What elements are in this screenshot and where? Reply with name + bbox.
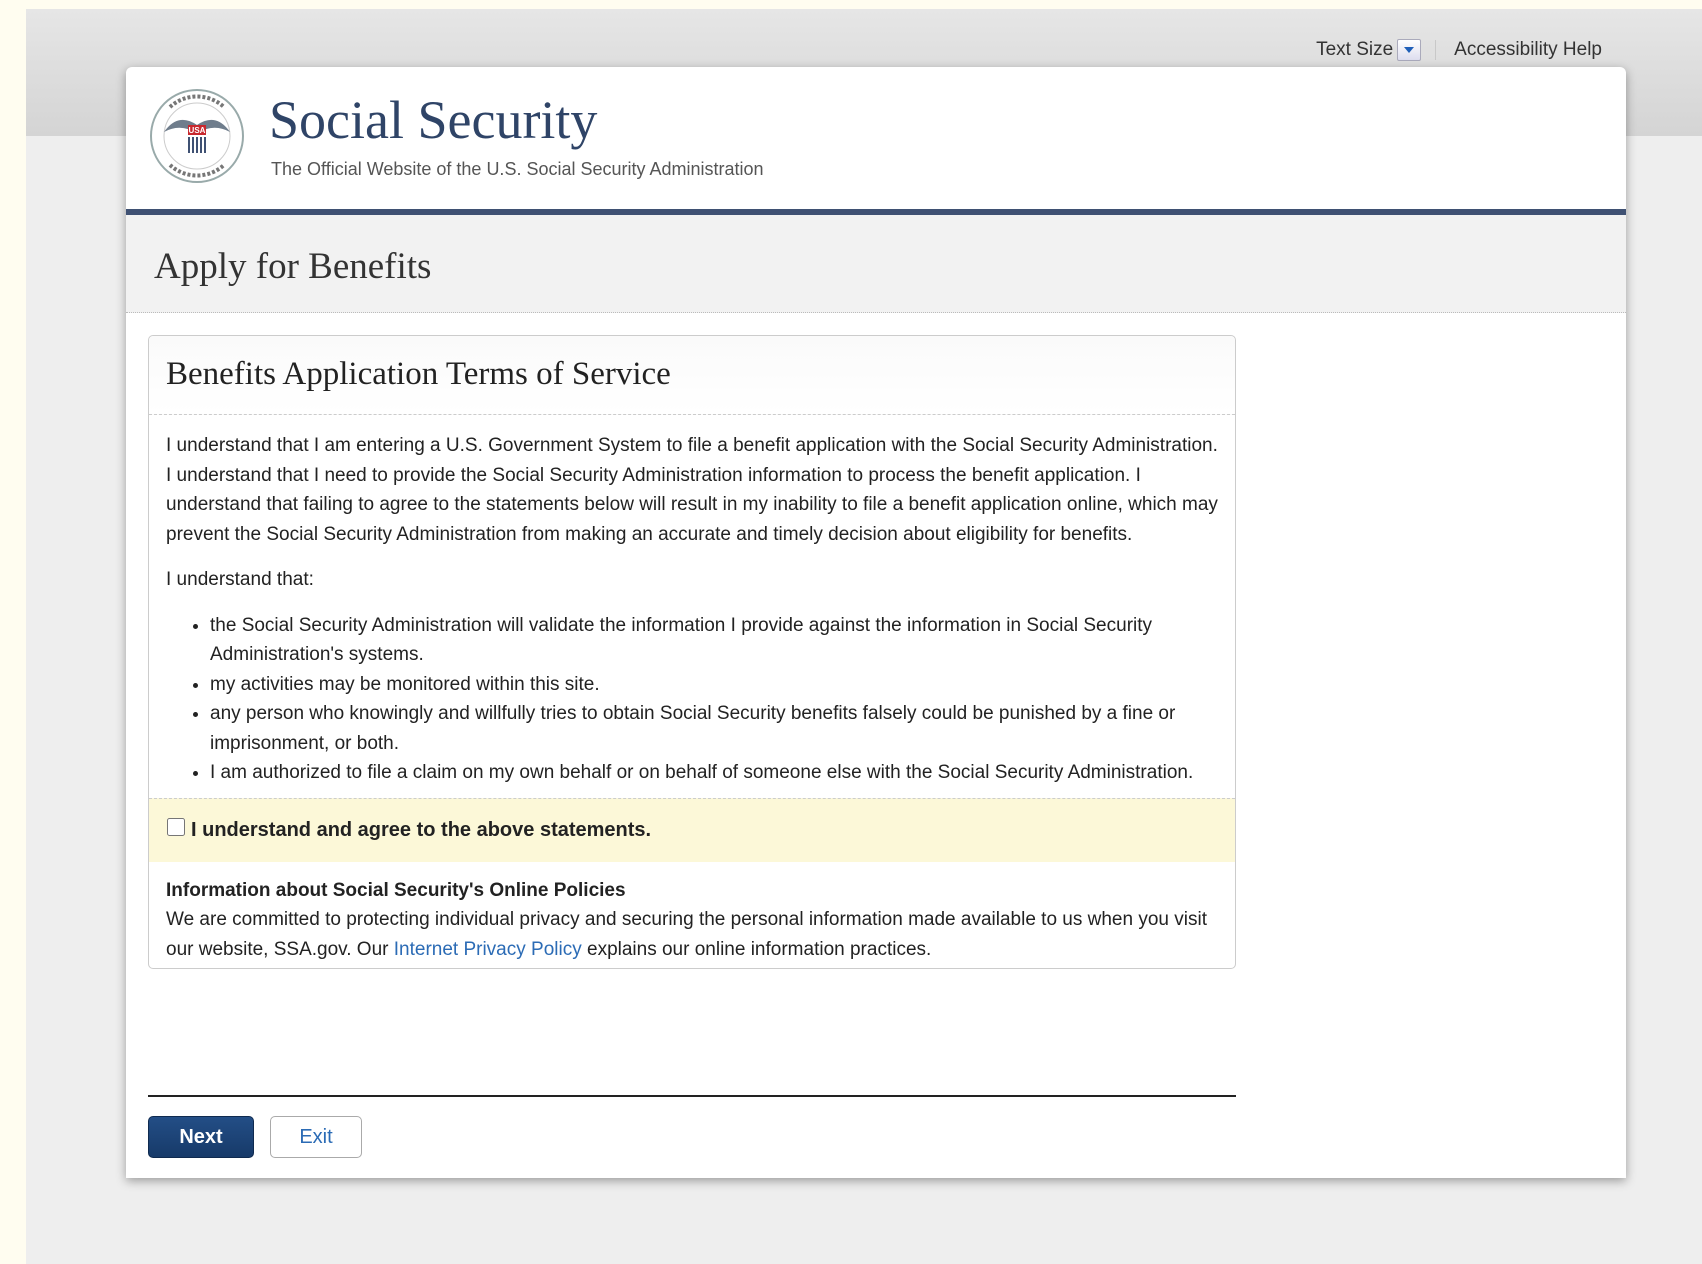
policies-text: We are committed to protecting individua… [166, 905, 1218, 964]
action-buttons: Next Exit [148, 1116, 362, 1158]
list-item: I am authorized to file a claim on my ow… [210, 758, 1218, 788]
terms-list: the Social Security Administration will … [166, 611, 1218, 788]
panel-title: Benefits Application Terms of Service [166, 356, 671, 392]
policies-heading: Information about Social Security's Onli… [166, 879, 626, 901]
online-policies: Information about Social Security's Onli… [149, 862, 1235, 969]
page-title: Apply for Benefits [154, 246, 432, 287]
accessibility-help-link[interactable]: Accessibility Help [1454, 39, 1602, 61]
exit-button[interactable]: Exit [270, 1116, 362, 1158]
panel-body: I understand that I am entering a U.S. G… [149, 415, 1235, 788]
agree-checkbox[interactable] [167, 818, 185, 836]
brand-subtitle: The Official Website of the U.S. Social … [271, 159, 764, 179]
divider [1435, 40, 1437, 60]
next-button[interactable]: Next [148, 1116, 254, 1158]
text-size-label: Text Size [1316, 39, 1394, 60]
text-size-control[interactable]: Text Size [1316, 39, 1422, 61]
list-item: the Social Security Administration will … [210, 611, 1218, 670]
agree-label[interactable]: I understand and agree to the above stat… [191, 819, 651, 842]
chevron-down-icon[interactable] [1397, 39, 1422, 61]
terms-intro: I understand that I am entering a U.S. G… [166, 435, 1218, 545]
list-item: any person who knowingly and willfully t… [210, 699, 1218, 758]
terms-panel: Benefits Application Terms of Service I … [148, 335, 1236, 969]
utility-bar: Text Size Accessibility Help [1316, 39, 1602, 61]
understand-label: I understand that: [166, 569, 314, 590]
privacy-policy-link[interactable]: Internet Privacy Policy [394, 939, 582, 960]
site-header: USA Social Security The Official Website… [126, 67, 1626, 215]
button-divider [148, 1095, 1236, 1097]
list-item: my activities may be monitored within th… [210, 670, 1218, 700]
panel-header: Benefits Application Terms of Service [149, 336, 1235, 415]
main-card: USA Social Security The Official Website… [126, 67, 1626, 1178]
brand-title[interactable]: Social Security [269, 89, 597, 151]
svg-text:USA: USA [189, 126, 206, 135]
page-title-bar: Apply for Benefits [126, 215, 1626, 313]
ssa-seal-logo[interactable]: USA [148, 87, 246, 185]
agree-row[interactable]: I understand and agree to the above stat… [149, 797, 1235, 862]
policies-text-after: explains our online information practice… [581, 938, 932, 960]
